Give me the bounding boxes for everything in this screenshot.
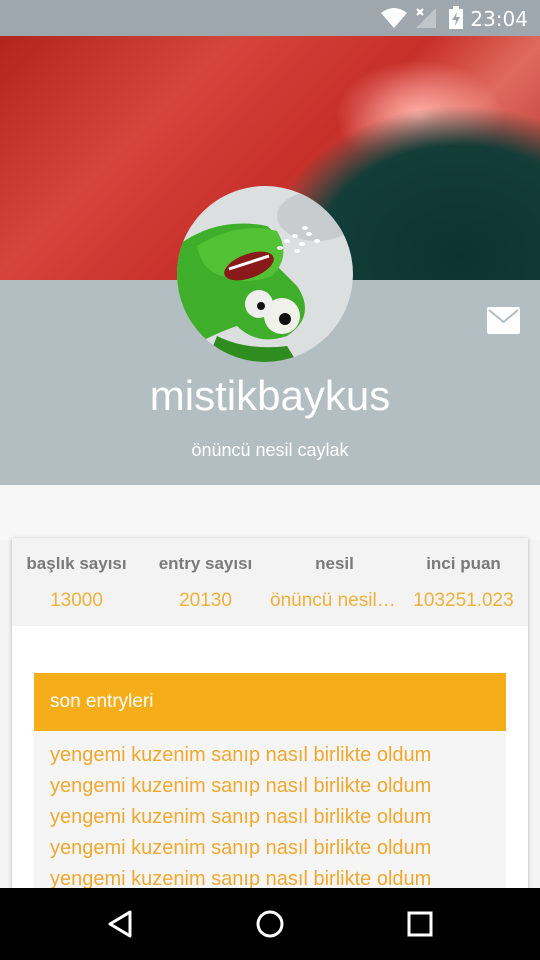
- kermit-avatar[interactable]: [177, 186, 353, 362]
- entry-link[interactable]: yengemi kuzenim sanıp nasıl birlikte old…: [50, 775, 431, 798]
- stat-topic-count: başlık sayısı 13000: [12, 538, 141, 626]
- stat-value: 13000: [50, 590, 103, 611]
- no-signal-icon: [416, 8, 436, 28]
- navigation-bar: [0, 888, 540, 960]
- stat-value: 103251.023: [413, 590, 514, 611]
- clock: 23:04: [470, 7, 528, 31]
- stat-label: entry sayısı: [158, 554, 253, 573]
- home-icon[interactable]: [250, 904, 290, 944]
- recent-entries-list: yengemi kuzenim sanıp nasıl birlikte old…: [34, 732, 506, 893]
- wifi-icon: [381, 8, 407, 28]
- entry-link[interactable]: yengemi kuzenim sanıp nasıl birlikte old…: [50, 837, 431, 860]
- stat-label: nesil: [315, 554, 354, 573]
- stat-value: 20130: [179, 590, 232, 611]
- stat-inci-points: inci puan 103251.023: [399, 538, 528, 626]
- spacer: [0, 485, 540, 540]
- stats-row: başlık sayısı 13000 entry sayısı 20130 n…: [12, 538, 528, 626]
- entry-link[interactable]: yengemi kuzenim sanıp nasıl birlikte old…: [50, 744, 431, 767]
- profile-card: başlık sayısı 13000 entry sayısı 20130 n…: [12, 538, 528, 893]
- username: mistikbaykus: [149, 372, 391, 419]
- recent-entries-header: son entryleri: [34, 673, 506, 731]
- section-title: son entryleri: [50, 691, 154, 712]
- user-title: önüncü nesil caylak: [191, 440, 349, 460]
- recents-icon[interactable]: [400, 904, 440, 944]
- stat-entry-count: entry sayısı 20130: [141, 538, 270, 626]
- stat-generation: nesil önüncü nesil caylak: [270, 538, 399, 626]
- stat-value: önüncü nesil caylak: [270, 590, 399, 611]
- mail-icon[interactable]: [487, 307, 520, 334]
- battery-charging-icon: [449, 6, 463, 29]
- stat-label: başlık sayısı: [26, 554, 127, 573]
- entry-link[interactable]: yengemi kuzenim sanıp nasıl birlikte old…: [50, 806, 431, 829]
- status-bar: 23:04: [0, 0, 540, 36]
- back-icon[interactable]: [100, 904, 140, 944]
- stat-label: inci puan: [426, 554, 501, 573]
